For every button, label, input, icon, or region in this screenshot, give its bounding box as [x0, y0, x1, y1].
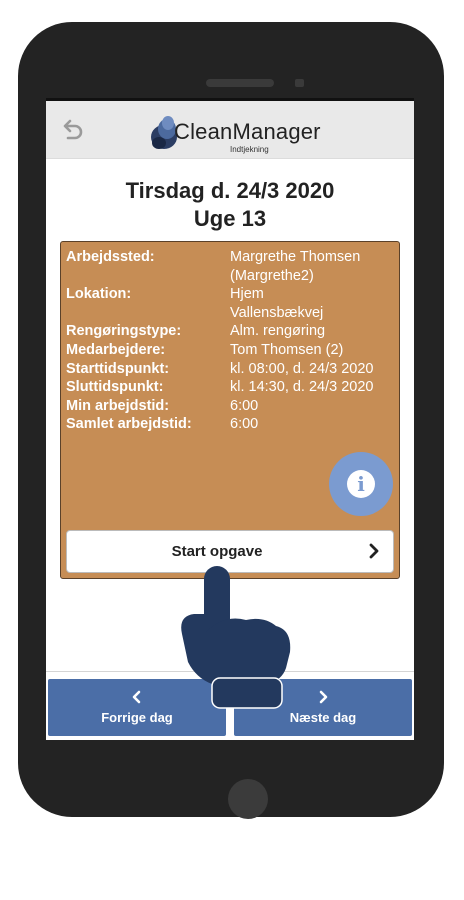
date-title: Tirsdag d. 24/3 2020 [125, 178, 335, 203]
task-row-label: Samlet arbejdstid: [66, 416, 192, 433]
task-card: Arbejdssted: Margrethe Thomsen (Margreth… [60, 241, 400, 579]
info-button[interactable]: i [329, 452, 393, 516]
pointing-hand-icon [181, 566, 291, 709]
week-title: Uge 13 [193, 206, 267, 231]
task-row-value: Margrethe Thomsen (Margrethe2) [230, 248, 396, 285]
task-row-total-worktime: Samlet arbejdstid: 6:00 [66, 415, 396, 434]
task-row-value-line: (Margrethe2) [230, 267, 314, 284]
logo-subtitle: Indtjekning [230, 145, 269, 154]
task-row-employees: Medarbejdere: Tom Thomsen (2) [66, 341, 396, 360]
task-row-value-line: Vallensbækvej [230, 304, 324, 321]
chevron-left-icon [132, 690, 141, 704]
task-row-value: 6:00 [230, 397, 259, 414]
task-row-workplace: Arbejdssted: Margrethe Thomsen (Margreth… [66, 248, 396, 285]
task-row-label: Rengøringstype: [66, 323, 182, 340]
task-row-min-worktime: Min arbejdstid: 6:00 [66, 397, 396, 416]
chevron-right-icon [369, 543, 379, 559]
phone-home-button [228, 779, 268, 819]
task-row-location: Lokation: Hjem Vallensbækvej [66, 285, 396, 322]
task-row-label: Arbejdssted: [66, 249, 155, 265]
start-task-label: Start opgave [171, 543, 263, 560]
task-row-label: Sluttidspunkt: [66, 379, 164, 396]
app-logo: CleanManager Indtjekning [146, 113, 336, 154]
task-row-value: Alm. rengøring [230, 323, 326, 340]
phone-camera [295, 79, 304, 87]
task-row-value: Hjem Vallensbækvej [230, 285, 396, 322]
task-row-value-line: Margrethe Thomsen [230, 249, 361, 265]
info-icon: i [347, 470, 375, 498]
task-row-value: Tom Thomsen (2) [230, 341, 344, 358]
chevron-right-icon [319, 690, 328, 704]
task-row-value: 6:00 [230, 416, 259, 433]
task-row-label: Lokation: [66, 286, 132, 303]
task-details: Arbejdssted: Margrethe Thomsen (Margreth… [66, 248, 396, 434]
app-header: CleanManager Indtjekning [46, 101, 414, 159]
task-row-start-time: Starttidspunkt: kl. 08:00, d. 24/3 2020 [66, 360, 396, 379]
task-row-label: Medarbejdere: [66, 341, 166, 358]
info-icon-letter: i [357, 472, 365, 496]
task-row-value-line: Hjem [230, 286, 264, 303]
task-row-value: kl. 14:30, d. 24/3 2020 [230, 379, 374, 396]
task-row-value: kl. 08:00, d. 24/3 2020 [230, 360, 374, 377]
undo-arrow-icon[interactable] [58, 117, 86, 145]
task-row-label: Min arbejdstid: [66, 397, 170, 414]
phone-speaker [206, 79, 274, 87]
task-row-cleaning-type: Rengøringstype: Alm. rengøring [66, 322, 396, 341]
task-row-end-time: Sluttidspunkt: kl. 14:30, d. 24/3 2020 [66, 378, 396, 397]
previous-day-label: Forrige dag [101, 710, 173, 725]
logo-text: CleanManager [174, 119, 321, 144]
task-row-label: Starttidspunkt: [66, 360, 170, 377]
next-day-label: Næste dag [289, 710, 357, 725]
